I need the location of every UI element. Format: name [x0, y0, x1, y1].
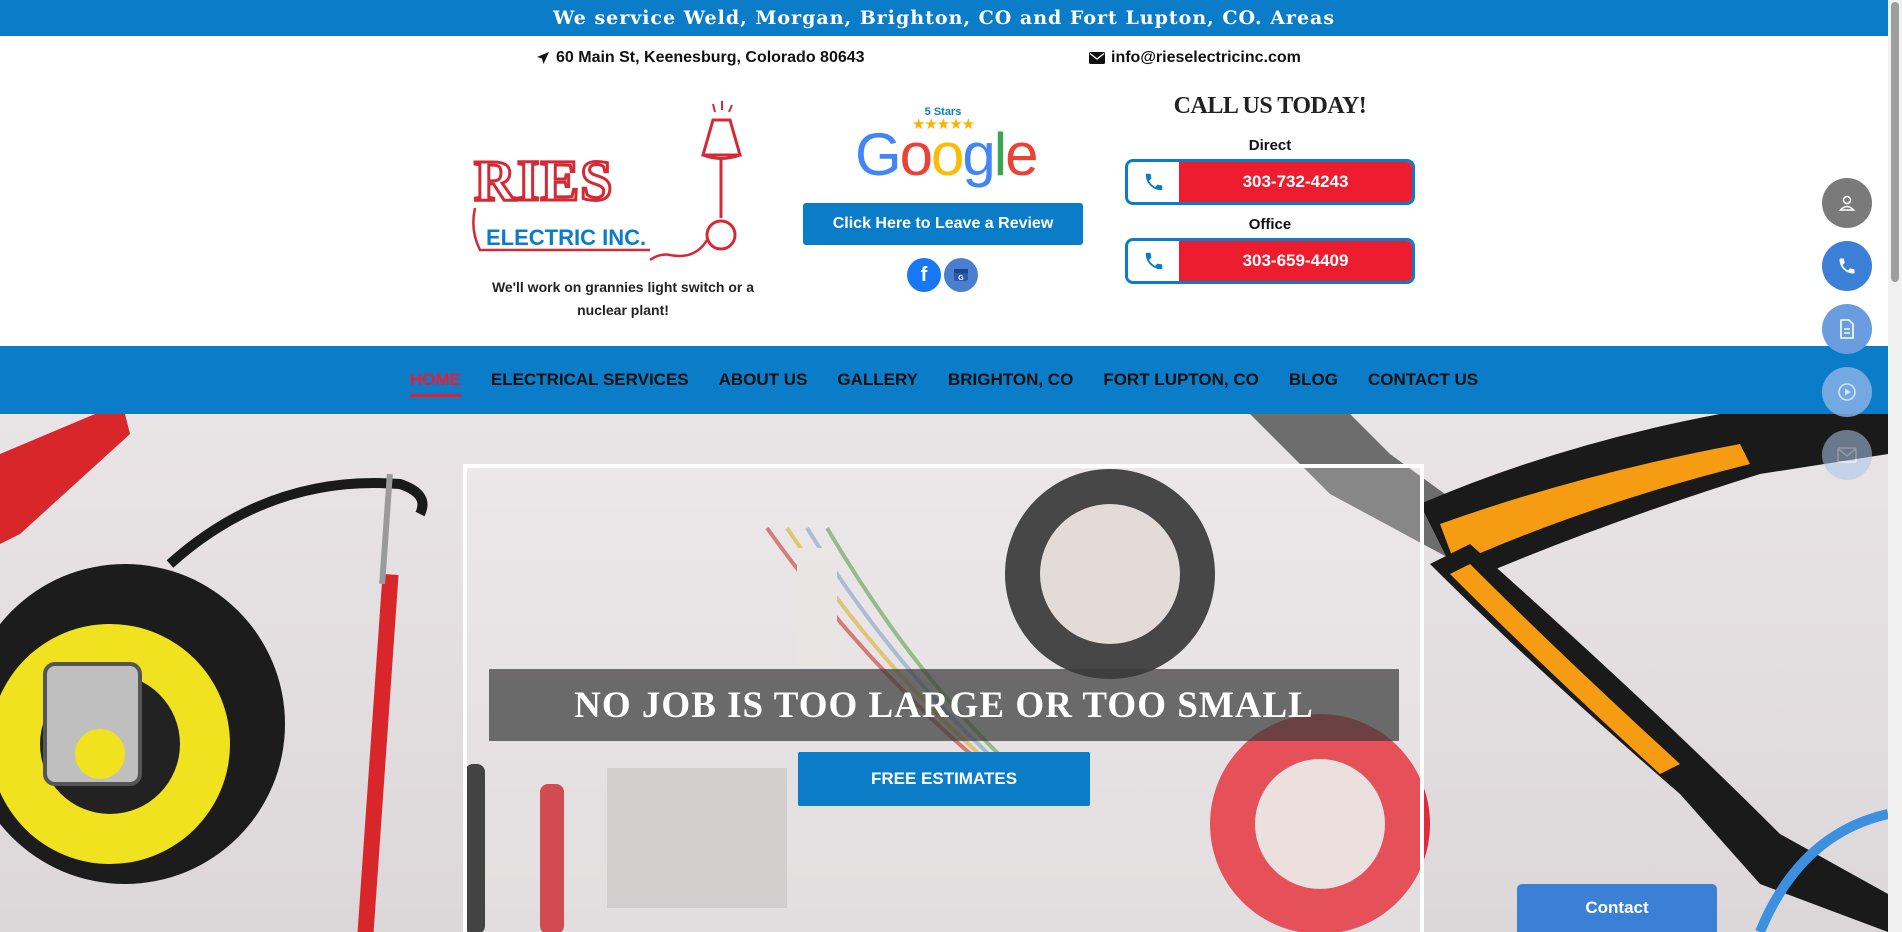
tagline: We'll work on grannies light switch or a…: [491, 279, 755, 318]
mail-float-button[interactable]: [1822, 430, 1872, 480]
leave-review-button[interactable]: Click Here to Leave a Review: [803, 203, 1083, 245]
nav-electrical-services[interactable]: ELECTRICAL SERVICES: [476, 346, 704, 414]
person-icon: [1838, 195, 1856, 211]
phone-icon: [1145, 252, 1162, 270]
hero-section: NO JOB IS TOO LARGE OR TOO SMALL FREE ES…: [0, 414, 1888, 932]
svg-text:G: G: [958, 275, 964, 282]
play-icon: [1838, 383, 1856, 401]
hero-heading: NO JOB IS TOO LARGE OR TOO SMALL: [574, 684, 1314, 726]
hero-heading-band: NO JOB IS TOO LARGE OR TOO SMALL: [489, 669, 1399, 741]
call-us-title: CALL US TODAY!: [1173, 93, 1367, 119]
scrollbar-thumb[interactable]: [1891, 2, 1899, 282]
envelope-icon: [1089, 52, 1105, 64]
address-text: 60 Main St, Keenesburg, Colorado 80643: [556, 49, 865, 66]
ries-electric-logo[interactable]: RIES ELECTRIC INC.: [470, 100, 755, 270]
video-float-button[interactable]: [1822, 367, 1872, 417]
nav-brighton-co[interactable]: BRIGHTON, CO: [933, 346, 1088, 414]
phone-float-button[interactable]: [1822, 241, 1872, 291]
page-scrollbar[interactable]: [1888, 0, 1902, 932]
address-line[interactable]: 60 Main St, Keenesburg, Colorado 80643: [536, 48, 865, 68]
google-5-star-badge: 5 Stars ★★★★★ Google: [855, 106, 1039, 188]
google-business-icon[interactable]: G: [944, 258, 978, 292]
direct-label: Direct: [1248, 137, 1292, 154]
nav-fort-lupton-co[interactable]: FORT LUPTON, CO: [1088, 346, 1274, 414]
email-line[interactable]: info@rieselectricinc.com: [1089, 48, 1301, 68]
nav-home[interactable]: HOME: [395, 346, 476, 414]
direct-phone-button[interactable]: 303-732-4243: [1125, 159, 1415, 205]
service-area-banner: We service Weld, Morgan, Brighton, CO an…: [0, 0, 1888, 36]
service-area-text: We service Weld, Morgan, Brighton, CO an…: [552, 7, 1336, 29]
nav-gallery[interactable]: GALLERY: [822, 346, 933, 414]
logo-electric-text: ELECTRIC INC.: [486, 225, 646, 250]
google-logo: Google: [855, 121, 1039, 188]
nav-blog[interactable]: BLOG: [1274, 346, 1353, 414]
nav-about-us[interactable]: ABOUT US: [704, 346, 823, 414]
free-estimates-button[interactable]: FREE ESTIMATES: [798, 752, 1090, 806]
nav-contact-us[interactable]: CONTACT US: [1353, 346, 1493, 414]
person-float-button[interactable]: [1822, 178, 1872, 228]
contact-widget-tab[interactable]: Contact: [1517, 884, 1717, 932]
document-icon: [1840, 319, 1854, 339]
mail-icon: [1837, 447, 1857, 463]
phone-icon: [1839, 258, 1855, 274]
logo-ries-text: RIES: [474, 148, 613, 213]
office-label: Office: [1248, 216, 1292, 233]
document-float-button[interactable]: [1822, 304, 1872, 354]
phone-icon: [1145, 173, 1162, 191]
email-text: info@rieselectricinc.com: [1111, 49, 1301, 66]
location-arrow-icon: [537, 52, 549, 64]
office-phone-button[interactable]: 303-659-4409: [1125, 238, 1415, 284]
office-phone-number: 303-659-4409: [1179, 241, 1412, 281]
main-nav: HOME ELECTRICAL SERVICES ABOUT US GALLER…: [0, 346, 1888, 414]
facebook-icon[interactable]: f: [907, 258, 941, 292]
direct-phone-number: 303-732-4243: [1179, 162, 1412, 202]
